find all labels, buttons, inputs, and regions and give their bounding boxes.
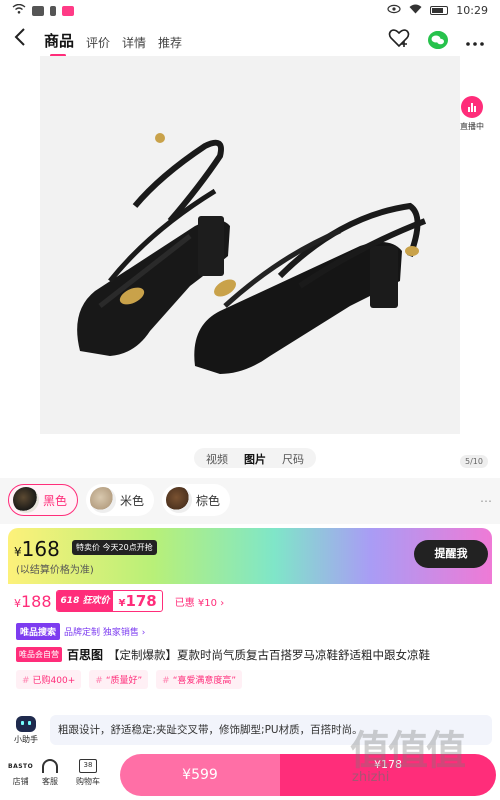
color-label: 黑色 xyxy=(43,493,68,508)
sale-price: ¥178 xyxy=(118,592,157,610)
back-arrow-icon[interactable] xyxy=(14,27,26,53)
media-tab-video[interactable]: 视频 xyxy=(198,448,236,468)
live-bars-icon xyxy=(461,96,483,118)
more-colors-dots-icon[interactable]: ⋯ xyxy=(480,494,492,508)
saved-amount-link[interactable]: 已惠 ¥10 › xyxy=(175,594,224,609)
store-label: 店铺 xyxy=(12,777,29,786)
notification-icon xyxy=(32,5,44,16)
app-notification-icon xyxy=(62,5,74,16)
color-thumb-brown xyxy=(166,487,193,513)
badge-row: # 已购400+ # “质量好” # “喜爱满意度高” xyxy=(16,670,243,689)
nav-tabs: 商品 评价 详情 推荐 xyxy=(44,30,182,57)
color-option-beige[interactable]: 米色 xyxy=(86,484,155,516)
watermark-sub: zhizhi xyxy=(352,770,390,785)
product-title-row: 唯品会自营 百思图 【定制爆款】夏款时尚气质复古百搭罗马凉鞋舒适粗中跟女凉鞋 xyxy=(16,646,488,663)
more-icon[interactable] xyxy=(466,30,484,51)
status-time: 10:29 xyxy=(456,4,488,17)
tab-reviews[interactable]: 评价 xyxy=(86,34,110,51)
live-stream-button[interactable]: 直播中 xyxy=(455,96,489,132)
color-label: 棕色 xyxy=(196,493,221,508)
sale-tag: 618 狂欢价 xyxy=(56,591,114,611)
product-image[interactable] xyxy=(40,56,460,434)
product-title: 【定制爆款】夏款时尚气质复古百搭罗马凉鞋舒适粗中跟女凉鞋 xyxy=(108,647,431,662)
store-logo-icon: BASTO xyxy=(8,762,34,770)
special-price: ¥168 xyxy=(14,537,60,561)
original-price: ¥188 xyxy=(14,591,52,611)
hash-icon: # xyxy=(95,676,103,686)
color-selector: 黑色 米色 棕色 ⋯ xyxy=(0,478,500,524)
customer-service-button[interactable]: 客服 xyxy=(42,756,58,787)
brand-row[interactable]: 唯品搜索 品牌定制 独家销售 › xyxy=(16,623,145,640)
media-tab-image[interactable]: 图片 xyxy=(236,448,274,468)
top-nav: 商品 评价 详情 推荐 xyxy=(0,22,500,57)
media-tab-size[interactable]: 尺码 xyxy=(274,448,312,468)
brand-search-tag: 唯品搜索 xyxy=(16,623,61,640)
color-thumb-beige xyxy=(90,487,117,513)
favorite-heart-icon[interactable] xyxy=(388,28,410,52)
service-label: 客服 xyxy=(42,777,58,786)
battery-icon xyxy=(430,6,449,15)
media-tabs: 视频 图片 尺码 xyxy=(194,448,316,468)
robot-icon xyxy=(16,715,36,732)
cart-icon: 38 xyxy=(79,759,97,773)
assistant-label: 小助手 xyxy=(14,734,38,744)
watermark: 值值值 xyxy=(350,728,466,774)
cart-button[interactable]: 38 购物车 xyxy=(76,756,100,787)
store-button[interactable]: BASTO 店铺 xyxy=(8,756,33,787)
special-price-banner: ¥168 特卖价 今天20点开抢 (以结算价格为准) 提醒我 xyxy=(8,528,492,584)
brand-subtitle: 品牌定制 独家销售 › xyxy=(64,628,146,638)
tab-recommend[interactable]: 推荐 xyxy=(158,34,182,51)
badge: # 已购400+ xyxy=(16,670,82,689)
price-note: (以结算价格为准) xyxy=(16,565,94,576)
vip-self-operated-tag: 唯品会自营 xyxy=(16,647,62,662)
buy-original-button[interactable]: ¥599 xyxy=(120,754,280,796)
headset-icon xyxy=(42,759,58,773)
color-label: 米色 xyxy=(120,493,145,508)
badge: # “喜爱满意度高” xyxy=(156,670,243,689)
cart-label: 购物车 xyxy=(76,777,100,786)
wifi-icon xyxy=(12,3,26,17)
eye-icon xyxy=(387,4,401,17)
badge: # “质量好” xyxy=(89,670,149,689)
sale-price-box: 618 狂欢价 ¥178 xyxy=(55,590,163,612)
wechat-share-icon[interactable] xyxy=(428,31,448,49)
promo-price-row: ¥188 618 狂欢价 ¥178 已惠 ¥10 › xyxy=(8,584,492,618)
hash-icon: # xyxy=(22,676,30,686)
special-price-tag: 特卖价 今天20点开抢 xyxy=(72,540,157,555)
color-thumb-black xyxy=(13,487,39,513)
image-page-indicator: 5/10 xyxy=(460,455,488,468)
status-bar: 10:29 xyxy=(0,0,500,22)
wifi-signal-icon xyxy=(409,4,422,17)
remind-me-button[interactable]: 提醒我 xyxy=(414,540,488,568)
sim-icon xyxy=(50,5,56,16)
color-option-brown[interactable]: 棕色 xyxy=(162,484,231,516)
color-option-black[interactable]: 黑色 xyxy=(8,484,79,516)
tab-details[interactable]: 详情 xyxy=(122,34,146,51)
sandals-illustration xyxy=(40,56,460,434)
tab-product[interactable]: 商品 xyxy=(44,30,74,57)
price-card: ¥168 特卖价 今天20点开抢 (以结算价格为准) 提醒我 ¥188 618 … xyxy=(8,528,492,694)
brand-name: 百思图 xyxy=(67,648,104,662)
live-label: 直播中 xyxy=(460,122,484,131)
hash-icon: # xyxy=(162,676,170,686)
